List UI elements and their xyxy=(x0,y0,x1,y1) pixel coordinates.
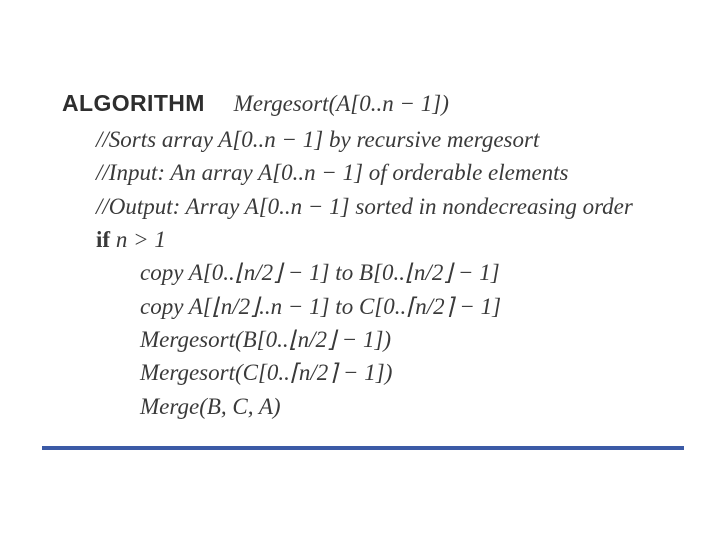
recurse-line-2: Mergesort(C[0..⌈n/2⌉ − 1]) xyxy=(62,356,690,389)
algorithm-heading: ALGORITHM Mergesort(A[0..n − 1]) xyxy=(62,90,690,117)
recurse-func-2: Mergesort xyxy=(140,360,235,385)
recurse-args-1: (B[0..⌊n/2⌋ − 1]) xyxy=(235,327,391,352)
if-condition: n > 1 xyxy=(110,227,166,252)
if-keyword: if xyxy=(96,227,110,252)
copy-line-1: copy A[0..⌊n/2⌋ − 1] to B[0..⌊n/2⌋ − 1] xyxy=(62,256,690,289)
if-line: if n > 1 xyxy=(62,223,690,256)
copy-line-2: copy A[⌊n/2⌋..n − 1] to C[0..⌈n/2⌉ − 1] xyxy=(62,290,690,323)
comment-line-3: //Output: Array A[0..n − 1] sorted in no… xyxy=(62,190,690,223)
comment-line-1: //Sorts array A[0..n − 1] by recursive m… xyxy=(62,123,690,156)
algorithm-function-name: Mergesort xyxy=(234,91,329,116)
comment-line-2: //Input: An array A[0..n − 1] of orderab… xyxy=(62,156,690,189)
recurse-line-1: Mergesort(B[0..⌊n/2⌋ − 1]) xyxy=(62,323,690,356)
merge-func: Merge xyxy=(140,394,199,419)
algorithm-label: ALGORITHM xyxy=(62,90,205,116)
horizontal-rule xyxy=(42,446,684,450)
recurse-func-1: Mergesort xyxy=(140,327,235,352)
algorithm-function-args: (A[0..n − 1]) xyxy=(329,91,449,116)
merge-line: Merge(B, C, A) xyxy=(62,390,690,423)
recurse-args-2: (C[0..⌈n/2⌉ − 1]) xyxy=(235,360,392,385)
merge-args: (B, C, A) xyxy=(199,394,280,419)
algorithm-block: ALGORITHM Mergesort(A[0..n − 1]) //Sorts… xyxy=(0,0,720,540)
